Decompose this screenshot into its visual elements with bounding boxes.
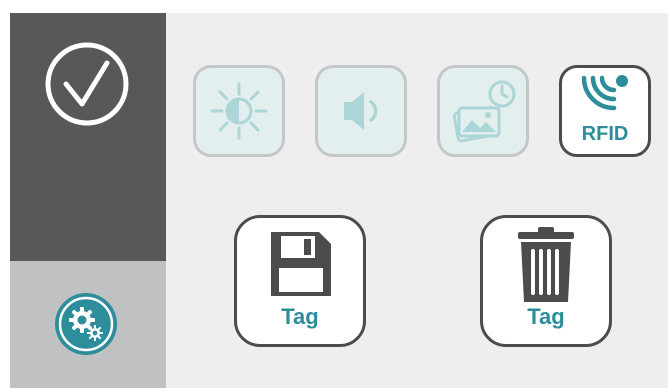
- confirm-button[interactable]: [44, 41, 130, 127]
- delete-tag-label: Tag: [527, 304, 565, 329]
- device-screen: RFID Tag Tag: [10, 13, 668, 388]
- gallery-timer-icon: [452, 80, 516, 143]
- brightness-button[interactable]: [193, 65, 285, 157]
- sidebar-top-panel: [10, 13, 166, 261]
- trash-icon: [518, 227, 574, 302]
- floppy-disk-icon: [271, 232, 331, 296]
- save-tag-label: Tag: [281, 304, 319, 329]
- gallery-timer-button[interactable]: [437, 65, 529, 157]
- rfid-label: RFID: [581, 123, 629, 145]
- sidebar-bottom-panel: [10, 261, 166, 388]
- gears-icon: [55, 293, 117, 355]
- brightness-icon: [210, 82, 268, 140]
- settings-button[interactable]: [53, 291, 119, 357]
- rfid-button[interactable]: RFID: [559, 65, 651, 157]
- delete-tag-button[interactable]: Tag: [480, 215, 612, 347]
- volume-icon: [344, 92, 378, 130]
- save-tag-button[interactable]: Tag: [234, 215, 366, 347]
- checkmark-circle-icon: [45, 42, 129, 126]
- volume-button[interactable]: [315, 65, 407, 157]
- rfid-icon: [581, 75, 628, 111]
